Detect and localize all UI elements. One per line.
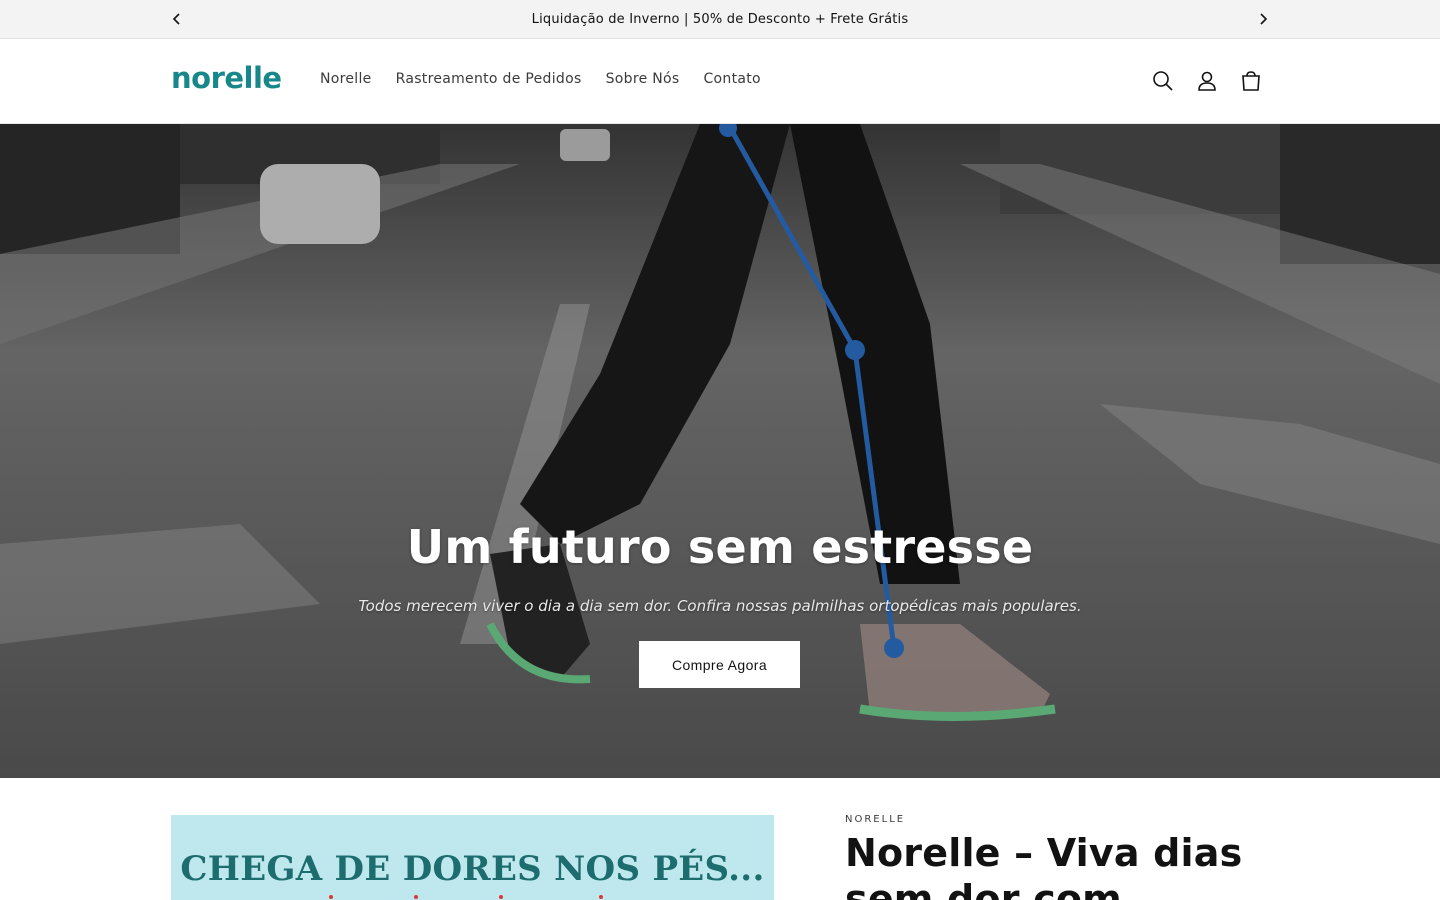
nav-item-norelle[interactable]: Norelle bbox=[308, 71, 384, 87]
announcement-text: Liquidação de Inverno | 50% de Desconto … bbox=[531, 11, 909, 27]
main-nav: Norelle Rastreamento de Pedidos Sobre Nó… bbox=[308, 71, 773, 87]
site-header: norelle Norelle Rastreamento de Pedidos … bbox=[0, 39, 1440, 124]
header-icons bbox=[1141, 59, 1273, 103]
product-image-text: CHEGA DE DORES NOS PÉS... bbox=[180, 849, 765, 889]
product-title: Norelle – Viva dias sem dor com bbox=[845, 831, 1243, 900]
account-button[interactable] bbox=[1185, 59, 1229, 103]
chevron-right-icon bbox=[1260, 13, 1268, 25]
logo[interactable]: norelle bbox=[171, 61, 282, 95]
announcement-bar: Liquidação de Inverno | 50% de Desconto … bbox=[0, 0, 1440, 39]
hero-banner: Um futuro sem estresse Todos merecem viv… bbox=[0, 124, 1440, 778]
shop-now-button[interactable]: Compre Agora bbox=[639, 641, 800, 688]
cart-icon bbox=[1242, 71, 1260, 91]
announcement-prev-button[interactable] bbox=[167, 9, 187, 29]
hero-subtitle: Todos merecem viver o dia a dia sem dor.… bbox=[358, 597, 1082, 615]
chevron-left-icon bbox=[172, 13, 180, 25]
announcement-next-button[interactable] bbox=[1253, 9, 1273, 29]
nav-item-about[interactable]: Sobre Nós bbox=[594, 71, 692, 87]
nav-item-contact[interactable]: Contato bbox=[691, 71, 772, 87]
product-vendor: NORELLE bbox=[845, 814, 906, 825]
cart-button[interactable] bbox=[1229, 59, 1273, 103]
search-button[interactable] bbox=[1141, 59, 1185, 103]
product-image-decoration bbox=[329, 895, 603, 899]
product-image[interactable]: CHEGA DE DORES NOS PÉS... bbox=[171, 815, 774, 900]
account-icon bbox=[1198, 71, 1216, 91]
hero-title: Um futuro sem estresse bbox=[406, 520, 1034, 574]
nav-item-order-tracking[interactable]: Rastreamento de Pedidos bbox=[384, 71, 594, 87]
search-icon bbox=[1153, 71, 1173, 91]
